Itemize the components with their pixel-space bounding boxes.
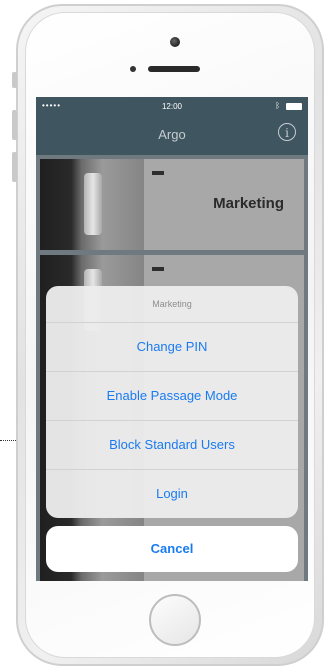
- home-button[interactable]: [149, 594, 201, 646]
- block-standard-users-button[interactable]: Block Standard Users: [46, 421, 298, 470]
- navigation-bar: Argo i: [36, 115, 308, 155]
- front-camera-icon: [170, 37, 180, 47]
- status-time: 12:00: [161, 102, 183, 111]
- lock-list-item[interactable]: Marketing: [40, 159, 304, 250]
- action-sheet-title: Marketing: [46, 286, 298, 323]
- volume-up-button: [12, 110, 17, 140]
- login-button[interactable]: Login: [46, 470, 298, 518]
- earpiece-speaker: [148, 66, 200, 72]
- door-handle-image: [84, 173, 102, 235]
- status-bar: ••••• 12:00 ᛒ: [36, 97, 308, 115]
- mute-switch: [12, 72, 17, 88]
- lock-name: Marketing: [213, 195, 284, 212]
- proximity-sensor: [130, 66, 136, 72]
- info-icon[interactable]: i: [278, 123, 296, 141]
- cancel-button[interactable]: Cancel: [46, 526, 298, 572]
- lock-photo: [40, 159, 144, 250]
- enable-passage-mode-button[interactable]: Enable Passage Mode: [46, 372, 298, 421]
- page-title: Argo: [158, 127, 186, 142]
- bluetooth-icon: ᛒ: [275, 101, 280, 110]
- screenshot-stage: ••••• 12:00 ᛒ Argo i Marketing Marketing: [0, 0, 324, 671]
- battery-icon: [286, 103, 302, 110]
- change-pin-button[interactable]: Change PIN: [46, 323, 298, 372]
- battery-level-icon: [152, 267, 164, 271]
- app-screen: ••••• 12:00 ᛒ Argo i Marketing Marketing: [36, 97, 308, 581]
- battery-level-icon: [152, 171, 164, 175]
- volume-down-button: [12, 152, 17, 182]
- action-sheet: Marketing Change PIN Enable Passage Mode…: [46, 286, 298, 518]
